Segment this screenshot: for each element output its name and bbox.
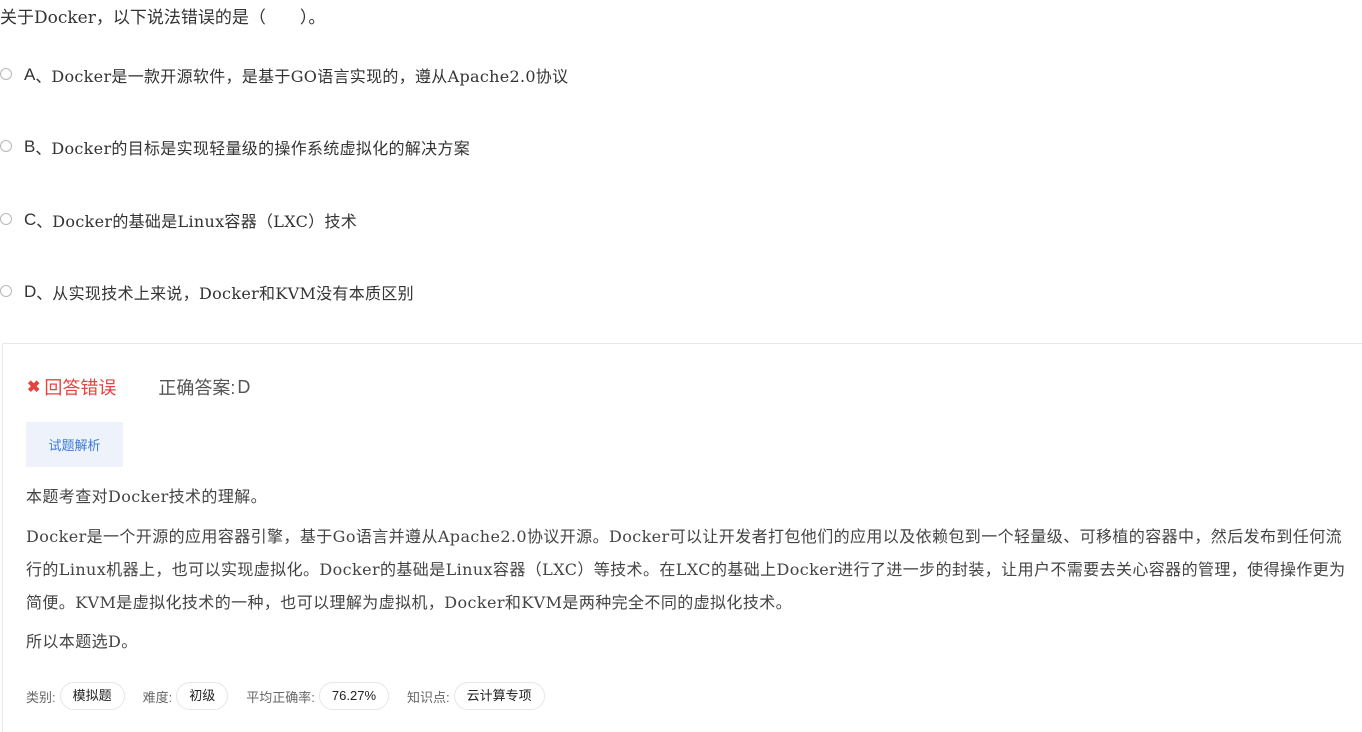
option-text: Docker是一款开源软件，是基于GO语言实现的，遵从Apache2.0协议 (51, 67, 569, 86)
radio-button-b[interactable] (0, 140, 12, 152)
result-row: ✖ 回答错误 正确答案: D (27, 374, 250, 400)
option-a[interactable]: A 、 Docker是一款开源软件，是基于GO语言实现的，遵从Apache2.0… (0, 63, 568, 87)
radio-button-c[interactable] (0, 213, 12, 225)
difficulty-label: 难度: (142, 689, 173, 705)
answer-panel: ✖ 回答错误 正确答案: D 试题解析 本题考查对Docker技术的理解。 Do… (2, 343, 1362, 732)
option-text: Docker的基础是Linux容器（LXC）技术 (52, 212, 358, 231)
option-letter: D (24, 282, 37, 301)
tab-analysis[interactable]: 试题解析 (26, 422, 123, 467)
option-separator: 、 (36, 284, 53, 303)
option-b[interactable]: B 、 Docker的目标是实现轻量级的操作系统虚拟化的解决方案 (0, 135, 470, 159)
option-letter: C (24, 210, 37, 229)
correct-answer-label: 正确答案: (158, 378, 236, 398)
knowledge-tag[interactable]: 云计算专项 (453, 682, 545, 710)
analysis-paragraph: Docker是一个开源的应用容器引擎，基于Go语言并遵从Apache2.0协议开… (26, 527, 1346, 612)
option-separator: 、 (35, 139, 52, 158)
analysis-paragraph: 本题考查对Docker技术的理解。 (26, 487, 268, 506)
analysis-paragraph: 所以本题选D。 (26, 632, 138, 651)
option-separator: 、 (36, 212, 53, 231)
radio-button-d[interactable] (0, 285, 12, 297)
category-tag[interactable]: 模拟题 (59, 682, 125, 710)
accuracy-tag: 76.27% (318, 682, 389, 710)
difficulty-tag: 初级 (176, 682, 229, 710)
question-meta: 类别: 模拟题 难度: 初级 平均正确率: 76.27% 知识点: 云计算专项 (26, 682, 563, 710)
accuracy-label: 平均正确率: (246, 689, 315, 705)
option-separator: 、 (35, 67, 52, 86)
radio-button-a[interactable] (0, 68, 12, 80)
answer-status: 回答错误 (44, 378, 117, 398)
option-text: 从实现技术上来说，Docker和KVM没有本质区别 (52, 284, 414, 303)
correct-answer-value: D (237, 376, 251, 397)
category-label: 类别: (26, 689, 56, 705)
question-text: 关于Docker，以下说法错误的是（ ）。 (0, 8, 326, 28)
option-letter: A (24, 65, 36, 84)
option-d[interactable]: D 、 从实现技术上来说，Docker和KVM没有本质区别 (0, 280, 414, 304)
knowledge-label: 知识点: (407, 689, 450, 705)
close-icon: ✖ (27, 379, 41, 396)
option-text: Docker的目标是实现轻量级的操作系统虚拟化的解决方案 (51, 139, 470, 158)
option-c[interactable]: C 、 Docker的基础是Linux容器（LXC）技术 (0, 208, 357, 232)
option-letter: B (24, 137, 36, 156)
